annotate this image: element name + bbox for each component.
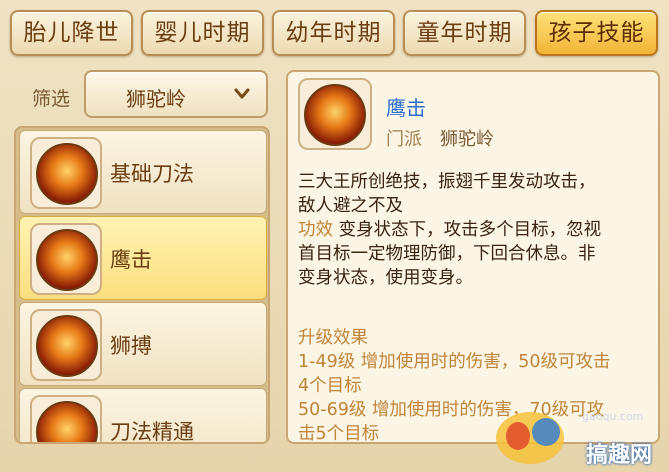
effect-line: 首目标一定物理防御，下回合休息。非 [298, 244, 596, 264]
sect-filter-dropdown[interactable]: 狮驼岭 [84, 70, 268, 118]
claw-flame-icon [36, 143, 98, 205]
skill-detail-name: 鹰击 [386, 96, 426, 120]
watermark-url: gaoqu.com [582, 410, 644, 423]
tab-bar: 胎儿降世 婴儿时期 幼年时期 童年时期 孩子技能 [10, 10, 660, 58]
blade-flame-icon [36, 401, 98, 442]
chevron-down-icon [234, 88, 250, 99]
skill-icon-frame [30, 395, 102, 442]
effect-line: 变身状态，使用变身。 [298, 268, 473, 288]
upgrade-line: 4个目标 [298, 376, 362, 396]
effect-label: 功效 [298, 220, 333, 240]
desc-line: 敌人避之不及 [298, 196, 403, 216]
filter-label: 筛选 [32, 88, 71, 110]
eagle-flame-icon [304, 84, 366, 146]
skill-icon-frame [30, 309, 102, 381]
skill-detail-panel: 鹰击 门派 狮驼岭 三大王所创绝技，振翅千里发动攻击， 敌人避之不及 功效 变身… [286, 70, 660, 444]
skill-item-label: 狮搏 [110, 334, 152, 358]
skill-item-basic-blade[interactable]: 基础刀法 [19, 130, 267, 214]
skill-item-eagle-strike[interactable]: 鹰击 [19, 216, 267, 300]
game-window: 胎儿降世 婴儿时期 幼年时期 童年时期 孩子技能 筛选 狮驼岭 基础刀法 鹰击 [0, 0, 669, 472]
sect-label: 门派 [386, 129, 422, 150]
desc-line: 三大王所创绝技，振翅千里发动攻击， [298, 172, 596, 192]
sect-filter-value: 狮驼岭 [126, 87, 186, 111]
skill-item-blade-mastery[interactable]: 刀法精通 [19, 388, 267, 444]
upgrade-title: 升级效果 [298, 328, 368, 348]
effect-text: 变身状态下，攻击多个目标，忽视 [338, 220, 602, 240]
skill-detail-icon-frame [298, 78, 372, 150]
skill-list[interactable]: 基础刀法 鹰击 狮搏 刀法精通 [14, 126, 270, 444]
skill-item-lion-fight[interactable]: 狮搏 [19, 302, 267, 386]
lion-flame-icon [36, 315, 98, 377]
effect-line: 功效 变身状态下，攻击多个目标，忽视 [298, 218, 654, 242]
watermark-text: 搞趣网 [586, 443, 653, 468]
tab-infant[interactable]: 婴儿时期 [141, 10, 264, 56]
skill-icon-frame [30, 223, 102, 295]
tab-toddler[interactable]: 幼年时期 [272, 10, 395, 56]
skill-item-label: 刀法精通 [110, 420, 194, 444]
skill-item-label: 鹰击 [110, 248, 152, 272]
upgrade-line: 1-49级 增加使用时的伤害，50级可攻击 [298, 352, 611, 372]
skill-icon-frame [30, 137, 102, 209]
eagle-flame-icon [36, 229, 98, 291]
tab-child-skills[interactable]: 孩子技能 [535, 10, 658, 56]
skill-description: 三大王所创绝技，振翅千里发动攻击， 敌人避之不及 功效 变身状态下，攻击多个目标… [298, 170, 654, 290]
tab-childhood[interactable]: 童年时期 [403, 10, 526, 56]
sect-value: 狮驼岭 [440, 129, 494, 150]
skill-item-label: 基础刀法 [110, 162, 194, 186]
tab-fetal[interactable]: 胎儿降世 [10, 10, 133, 56]
